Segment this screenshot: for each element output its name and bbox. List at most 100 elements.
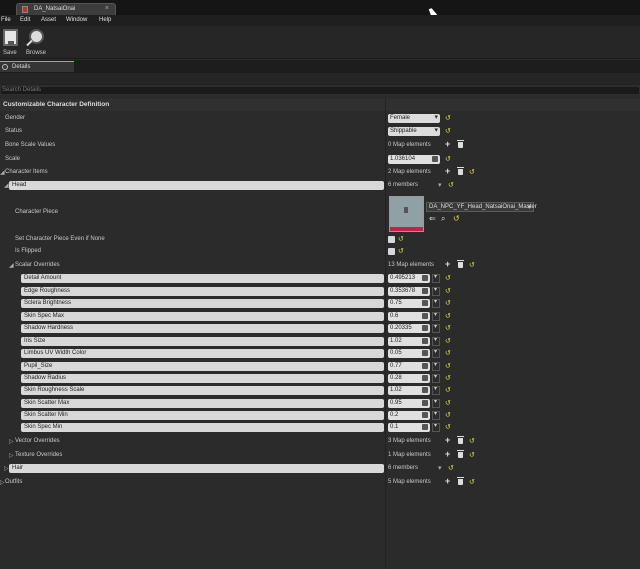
reset-icon[interactable]: ↺ [469,168,475,176]
status-combo[interactable]: Shippable [388,126,440,136]
menu-file[interactable]: File [1,17,11,23]
scalar-value-field[interactable]: 0.28 [388,374,430,383]
save-button[interactable]: Save [0,28,26,58]
reset-icon[interactable]: ↺ [445,362,451,370]
drag-icon[interactable] [422,313,428,319]
entry-menu-dropdown[interactable] [432,311,440,321]
drag-icon[interactable] [422,400,428,406]
expand-arrow-icon[interactable]: ◢ [9,262,14,269]
drag-icon[interactable] [422,350,428,356]
is-flipped-checkbox[interactable] [388,248,395,255]
trash-icon[interactable] [457,140,464,148]
property-row-outfits[interactable]: ▷ Outfits 5 Map elements + ↺ [0,476,640,489]
map-entry-head[interactable]: ◢ Head 6 members ▾ ↺ [0,180,640,192]
reset-icon[interactable]: ↺ [445,399,451,407]
search-input[interactable]: Search Details [0,86,640,95]
character-piece-combo[interactable]: DA_NPC_YF_Head_NatsaiOnai_Master [426,202,537,212]
scalar-value-field[interactable]: 0.77 [388,362,430,371]
property-row-texture-overrides[interactable]: ▷ Texture Overrides 1 Map elements + ↺ [0,449,640,462]
scalar-key-field[interactable]: Edge Roughness [21,287,384,296]
entry-menu-dropdown[interactable] [432,422,440,432]
scalar-value-field[interactable]: 1.02 [388,337,430,346]
menu-window[interactable]: Window [66,17,87,23]
scalar-key-field[interactable]: Sclera Brightness [21,299,384,308]
drag-icon[interactable] [422,288,428,294]
use-selected-arrow-icon[interactable]: ⇐ [429,214,436,223]
menu-asset[interactable]: Asset [41,17,56,23]
add-element-icon[interactable]: + [445,259,450,269]
gender-combo[interactable]: Female [388,113,440,123]
add-element-icon[interactable]: + [445,139,450,149]
reset-icon[interactable]: ↺ [448,181,454,189]
reset-icon[interactable]: ↺ [398,235,404,243]
scalar-key-field[interactable]: Limbus UV Width Color [21,349,384,358]
menu-edit[interactable]: Edit [20,17,30,23]
scalar-key-field[interactable]: Skin Scatter Max [21,399,384,408]
reset-icon[interactable]: ↺ [445,386,451,394]
drag-icon[interactable] [422,338,428,344]
trash-icon[interactable] [457,436,464,444]
reset-icon[interactable]: ↺ [445,114,451,122]
scalar-value-field[interactable]: 0.1 [388,423,430,432]
expand-arrow-icon[interactable]: ◢ [0,169,5,176]
property-row-character-items[interactable]: ◢ Character Items 2 Map elements + ↺ [0,166,640,179]
reset-icon[interactable]: ↺ [445,312,451,320]
entry-menu-dropdown[interactable] [432,323,440,333]
property-row-scalar-overrides[interactable]: ◢ Scalar Overrides 13 Map elements + ↺ [0,259,640,272]
reset-icon[interactable]: ↺ [445,349,451,357]
entry-menu-dropdown[interactable] [432,298,440,308]
details-tab[interactable]: Details [0,61,74,72]
add-element-icon[interactable]: + [445,449,450,459]
entry-menu-dropdown[interactable] [432,373,440,383]
scalar-value-field[interactable]: 0.2 [388,411,430,420]
asset-thumbnail[interactable] [389,196,424,232]
entry-menu-dropdown[interactable] [432,398,440,408]
asset-tab[interactable]: DA_NatsaiOnai × [16,3,116,15]
browse-button[interactable]: Browse [24,28,52,58]
head-key-field[interactable]: Head [9,181,384,190]
collapse-arrow-icon[interactable]: ▷ [9,438,14,445]
reset-icon[interactable]: ↺ [448,464,454,472]
reset-icon[interactable]: ↺ [445,324,451,332]
trash-icon[interactable] [457,260,464,268]
expand-arrow-icon[interactable]: ◢ [4,182,9,189]
collapse-arrow-icon[interactable]: ▷ [0,479,5,486]
scalar-key-field[interactable]: Detail Amount [21,274,384,283]
add-element-icon[interactable]: + [445,166,450,176]
reset-icon[interactable]: ↺ [445,299,451,307]
chevron-down-icon[interactable]: ▾ [438,181,442,189]
scalar-key-field[interactable]: Shadow Radius [21,374,384,383]
scalar-key-field[interactable]: Skin Spec Max [21,312,384,321]
drag-icon[interactable] [422,424,428,430]
trash-icon[interactable] [457,167,464,175]
drag-icon[interactable] [422,363,428,369]
reset-icon[interactable]: ↺ [398,247,404,255]
scalar-key-field[interactable]: Skin Spec Min [21,423,384,432]
scale-field[interactable]: 1.036104 [388,155,440,164]
reset-icon[interactable]: ↺ [445,127,451,135]
trash-icon[interactable] [457,450,464,458]
scalar-key-field[interactable]: Skin Scatter Min [21,411,384,420]
set-piece-checkbox[interactable] [388,236,395,243]
entry-menu-dropdown[interactable] [432,361,440,371]
reset-icon[interactable]: ↺ [469,451,475,459]
reset-icon[interactable]: ↺ [445,337,451,345]
scalar-value-field[interactable]: 1.02 [388,386,430,395]
collapse-arrow-icon[interactable]: ▷ [4,465,9,472]
scalar-key-field[interactable]: Shadow Hardness [21,324,384,333]
reset-icon[interactable]: ↺ [469,437,475,445]
reset-icon[interactable]: ↺ [469,261,475,269]
scalar-key-field[interactable]: Iris Size [21,337,384,346]
collapse-arrow-icon[interactable]: ▷ [9,452,14,459]
reset-icon[interactable]: ↺ [445,411,451,419]
entry-menu-dropdown[interactable] [432,336,440,346]
category-header[interactable]: Customizable Character Definition [0,99,640,111]
scalar-key-field[interactable]: Skin Roughness Scale [21,386,384,395]
drag-icon[interactable] [422,325,428,331]
reset-icon[interactable]: ↺ [445,155,451,163]
add-element-icon[interactable]: + [445,476,450,486]
reset-icon[interactable]: ↺ [453,214,460,223]
menu-help[interactable]: Help [99,17,111,23]
close-tab-icon[interactable]: × [105,5,109,12]
scalar-value-field[interactable]: 0.6 [388,312,430,321]
